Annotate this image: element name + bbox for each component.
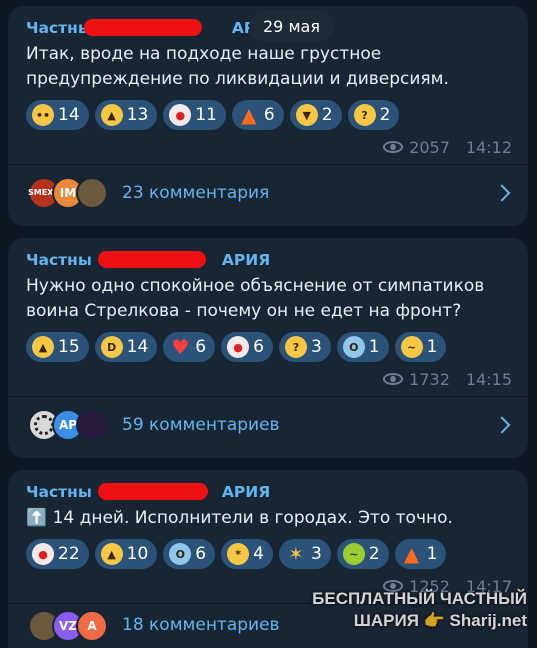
channel-name-end: АРИЯ: [221, 251, 271, 269]
reaction-chip[interactable]: ~2: [336, 539, 389, 569]
channel-post: Частны АРИЯ Нужно одно спокойное объясне…: [8, 238, 528, 458]
reaction-chip[interactable]: ✶ 3: [278, 539, 331, 569]
reaction-chip[interactable]: ? 3: [278, 332, 331, 362]
reaction-chip[interactable]: ? 2: [347, 100, 400, 130]
commenter-avatars: AP: [28, 408, 108, 441]
post-meta: 2057 14:12: [8, 130, 528, 164]
reaction-chip[interactable]: ▲ 10: [94, 539, 158, 569]
reaction-chip[interactable]: * 4: [221, 539, 273, 569]
party-popper-icon: ✶: [288, 543, 304, 565]
chevron-right-icon: [493, 184, 511, 201]
reaction-chip[interactable]: •• 14: [26, 100, 89, 130]
fire-icon: ▲: [403, 542, 420, 566]
reaction-chip[interactable]: ♥ 6: [163, 332, 216, 362]
rofl-face-icon: D: [100, 336, 123, 358]
thinking-face-icon: ?: [353, 104, 376, 126]
watermark: БЕСПЛАТНЫЙ ЧАСТНЫЙ ШАРИЯ 👉 Sharij.net: [312, 588, 527, 632]
date-pill: 29 мая: [249, 10, 334, 42]
chevron-right-icon: [493, 416, 511, 433]
exploding-head-icon: *: [227, 543, 250, 565]
avatar: [76, 176, 108, 209]
reaction-chip[interactable]: ● 11: [163, 100, 226, 130]
reaction-chip[interactable]: ▲ 13: [94, 100, 158, 130]
post-text: ⬆️ 14 дней. Исполнители в городах. Это т…: [26, 508, 453, 528]
redaction-mark: [98, 483, 208, 500]
clown-face-icon: ●: [227, 336, 250, 358]
thumbs-up-icon: ▲: [100, 543, 123, 565]
commenter-avatars: VZ A: [28, 610, 108, 642]
fire-icon: ▲: [241, 103, 257, 127]
reaction-chip[interactable]: ▲ 1: [394, 539, 447, 569]
eye-icon: [383, 141, 404, 153]
watermark-line: БЕСПЛАТНЫЙ ЧАСТНЫЙ: [312, 589, 527, 608]
comments-button[interactable]: SMEXN IM 23 комментария: [8, 164, 528, 220]
comments-button[interactable]: AP 59 комментариев: [8, 396, 528, 452]
avatar: A: [76, 610, 108, 642]
watermark-line: ШАРИЯ 👉 Sharij.net: [353, 611, 527, 630]
screaming-face-icon: O: [169, 543, 192, 565]
redaction-mark: [98, 251, 206, 268]
post-text: Нужно одно спокойное объяснение от симпа…: [26, 276, 485, 321]
channel-name[interactable]: Частны АРИЯ: [26, 250, 512, 270]
redaction-mark: [84, 19, 202, 36]
reaction-chip[interactable]: ▼ 2: [289, 100, 342, 130]
channel-name[interactable]: Частны АРИЯ: [26, 482, 512, 502]
reaction-chip[interactable]: O6: [163, 539, 216, 569]
reaction-chip[interactable]: ● 6: [221, 332, 273, 362]
reactions-row: ▲ 15 D 14 ♥ 6 ● 6 ? 3 O1 ~1: [26, 332, 512, 362]
channel-name-start: Частны: [26, 19, 92, 37]
thinking-face-icon: ?: [284, 336, 307, 358]
vomiting-face-icon: ~: [342, 543, 365, 565]
wheel-icon: [34, 414, 54, 435]
reaction-chip[interactable]: ~1: [394, 332, 447, 362]
reaction-chip[interactable]: O1: [336, 332, 389, 362]
woozy-face-icon: ~: [400, 336, 423, 358]
reaction-chip[interactable]: ▲ 15: [26, 332, 89, 362]
reactions-row: •• 14 ▲ 13 ● 11 ▲ 6 ▼ 2 ? 2: [26, 100, 512, 130]
post-time: 14:15: [465, 369, 512, 389]
commenter-avatars: SMEXN IM: [28, 176, 108, 209]
reaction-chip[interactable]: ▲ 6: [231, 100, 284, 130]
comments-label: 23 комментария: [122, 182, 270, 203]
reaction-chip[interactable]: D 14: [94, 332, 158, 362]
channel-name-start: Частны: [26, 483, 92, 501]
view-count: 1732: [409, 369, 450, 389]
channel-name-start: Частны: [26, 251, 92, 269]
crying-face-icon: ••: [32, 104, 54, 126]
thumbs-down-icon: ▼: [295, 104, 318, 126]
avatar: [76, 408, 108, 441]
post-meta: 1732 14:15: [8, 362, 528, 396]
clown-face-icon: ●: [169, 104, 192, 126]
eye-icon: [383, 373, 404, 385]
red-heart-icon: ♥: [171, 335, 190, 359]
post-text: Итак, вроде на подходе наше грустное пре…: [26, 44, 449, 89]
screaming-face-icon: O: [342, 336, 365, 358]
thumbs-up-icon: ▲: [100, 104, 123, 126]
post-time: 14:12: [465, 137, 512, 157]
comments-label: 59 комментариев: [122, 414, 280, 435]
thumbs-up-icon: ▲: [32, 336, 54, 358]
clown-face-icon: ●: [32, 543, 54, 565]
reaction-chip[interactable]: ● 22: [26, 539, 89, 569]
view-count: 2057: [409, 137, 450, 157]
channel-name-end: АРИЯ: [221, 483, 271, 501]
reactions-row: ● 22 ▲ 10 O6 * 4 ✶ 3 ~2 ▲ 1: [26, 539, 512, 569]
